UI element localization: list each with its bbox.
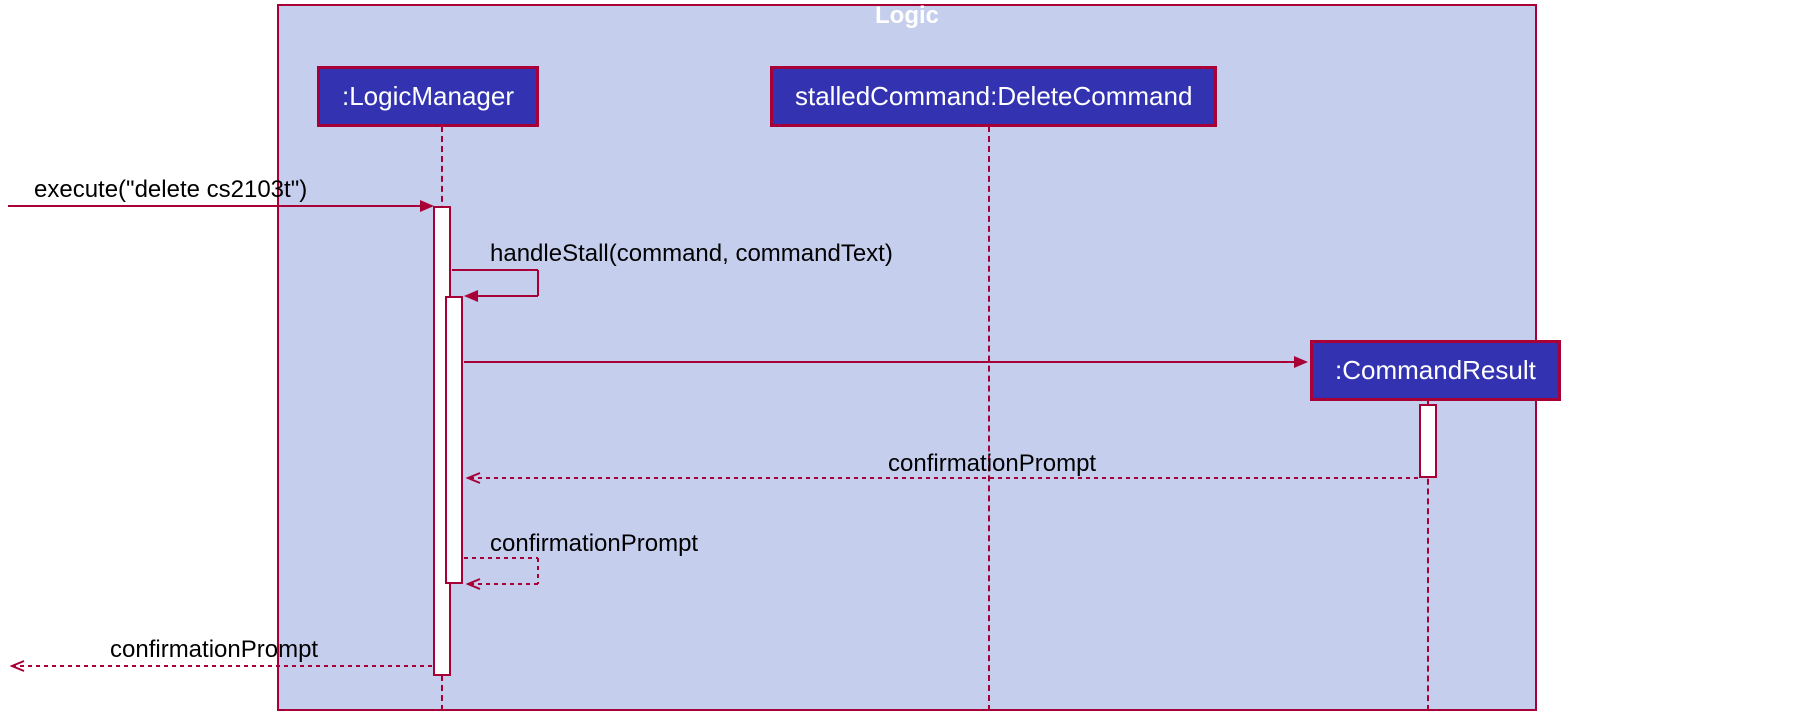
activation-logic-manager-inner <box>445 296 463 584</box>
activation-command-result <box>1419 404 1437 478</box>
message-handle-stall: handleStall(command, commandText) <box>490 240 893 268</box>
lifeline-stalled-command <box>988 126 990 711</box>
message-execute: execute("delete cs2103t") <box>34 176 307 204</box>
participant-command-result: :CommandResult <box>1310 340 1561 401</box>
message-confirmation-prompt-3: confirmationPrompt <box>110 636 318 664</box>
participant-logic-manager: :LogicManager <box>317 66 539 127</box>
participant-stalled-command: stalledCommand:DeleteCommand <box>770 66 1217 127</box>
message-confirmation-prompt-1: confirmationPrompt <box>888 450 1096 478</box>
frame-label: Logic <box>277 2 1537 30</box>
message-confirmation-prompt-2: confirmationPrompt <box>490 530 698 558</box>
